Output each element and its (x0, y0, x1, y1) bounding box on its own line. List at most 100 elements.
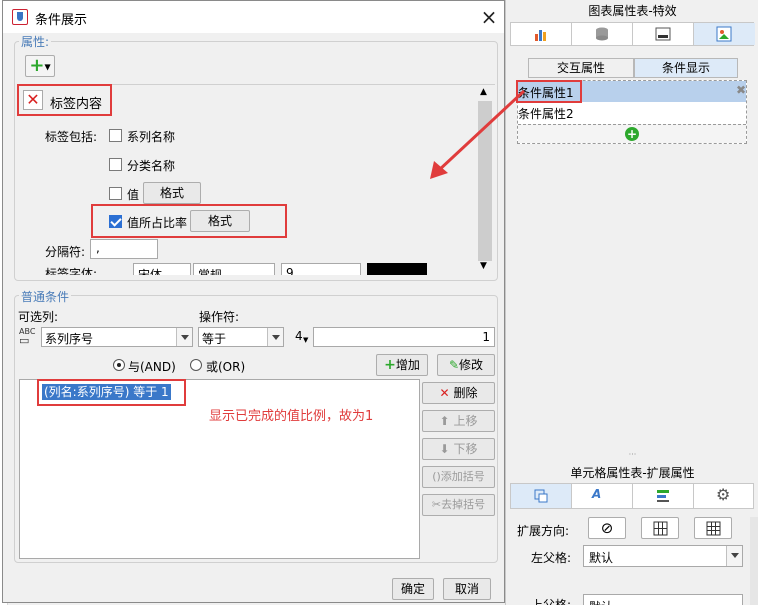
remove-bracket-button[interactable]: ✂去掉括号 (422, 494, 495, 516)
cancel-button[interactable]: 取消 (443, 578, 491, 600)
operator-label: 操作符: (199, 310, 240, 324)
spinner-arrow-icon: ▼ (303, 336, 309, 344)
left-parent-select[interactable]: 默认 (583, 545, 743, 567)
panel-scrollbar[interactable] (750, 517, 758, 605)
common-conditions-legend: 普通条件 (19, 288, 72, 305)
remove-attribute-button[interactable]: ✕ (23, 90, 43, 110)
value-checkbox[interactable] (109, 187, 122, 200)
value-label: 值 (127, 188, 140, 202)
font-size-value: 9 (286, 266, 294, 275)
font-icon: A (592, 487, 602, 501)
condition-value: 1 (482, 330, 490, 344)
java-app-icon (12, 9, 28, 25)
right-property-panel: 图表属性表-特效 交互属性 条件显示 ✖ 条件属性1 条件属性2 + ··· 单… (505, 0, 758, 605)
condition-value-input[interactable]: 1 (313, 327, 495, 347)
horizontal-grid-icon (706, 521, 721, 536)
condition-item[interactable]: (列名:系列序号) 等于 1 (42, 384, 171, 400)
panel-splitter[interactable]: ··· (506, 451, 758, 460)
font-style-select[interactable]: 常规 (193, 263, 275, 275)
add-condition-button[interactable]: +增加 (376, 354, 428, 376)
column-dropdown-arrow[interactable] (176, 328, 192, 346)
left-parent-label: 左父格: (531, 551, 572, 565)
add-condition-property-button[interactable]: + (518, 124, 746, 143)
effects-tab[interactable] (694, 23, 755, 45)
expand-tab[interactable] (511, 484, 572, 508)
column-select[interactable]: 系列序号 (41, 327, 193, 347)
condition-format-icon (657, 490, 669, 502)
series-name-label: 系列名称 (127, 130, 176, 144)
separator-input[interactable]: , (90, 239, 158, 259)
font-color-swatch[interactable] (367, 263, 427, 275)
label-content-title: 标签内容 (50, 97, 103, 112)
up-parent-select[interactable]: 默认 (583, 594, 743, 605)
gear-icon: ⚙ (716, 485, 731, 504)
dialog-title: 条件展示 (35, 13, 88, 28)
font-row-clip: 标签字体: 宋体 常规 9 (17, 261, 477, 275)
attributes-legend: 属性: (19, 33, 52, 50)
dialog-titlebar: 条件展示 × (3, 1, 504, 33)
expand-horizontal-button[interactable] (694, 517, 732, 539)
tab-condition-display[interactable]: 条件显示 (634, 58, 738, 78)
chart-properties-title: 图表属性表-特效 (506, 0, 758, 22)
delete-x-icon: ✕ (439, 386, 450, 400)
category-name-checkbox[interactable] (109, 158, 122, 171)
move-up-button[interactable]: ⬆ 上移 (422, 410, 495, 432)
ok-button[interactable]: 确定 (392, 578, 434, 600)
annotation-arrow (430, 89, 526, 179)
add-condition-label: 增加 (395, 358, 420, 372)
value-format-button[interactable]: 格式 (143, 182, 201, 204)
remove-bracket-label: 去掉括号 (441, 498, 486, 511)
tab-interaction[interactable]: 交互属性 (528, 58, 634, 78)
percentage-label: 值所占比率 (127, 216, 188, 230)
font-label: 标签字体: (45, 267, 98, 275)
delete-condition-button[interactable]: ✕ 删除 (422, 382, 495, 404)
font-size-select[interactable]: 9 (281, 263, 361, 275)
operator-value: 等于 (202, 332, 227, 346)
font-name-select[interactable]: 宋体 (133, 263, 191, 275)
label-includes-label: 标签包括: (45, 130, 98, 144)
settings-tab[interactable]: ⚙ (694, 484, 755, 508)
add-bracket-button[interactable]: ()添加括号 (422, 466, 495, 488)
data-tab[interactable] (572, 23, 633, 45)
arrow-down-icon: ⬇ (439, 442, 450, 456)
none-icon: ⊘ (600, 519, 614, 537)
or-radio[interactable] (190, 359, 202, 371)
separator-label: 分隔符: (45, 245, 86, 259)
percentage-format-button[interactable]: 格式 (190, 210, 250, 232)
modify-condition-button[interactable]: ✎修改 (437, 354, 495, 376)
and-radio[interactable] (113, 359, 125, 371)
series-name-checkbox[interactable] (109, 129, 122, 142)
plus-icon: + (384, 357, 396, 373)
annotation-text: 显示已完成的值比例，故为1 (209, 409, 374, 424)
text-style-icon (655, 27, 671, 41)
move-down-label: 下移 (453, 442, 478, 456)
expand-none-button[interactable]: ⊘ (588, 517, 626, 539)
effects-icon (716, 26, 732, 42)
operator-select[interactable]: 等于 (198, 327, 284, 347)
style-tab[interactable] (633, 23, 694, 45)
up-parent-label: 上父格: (531, 598, 572, 605)
expand-vertical-button[interactable] (641, 517, 679, 539)
expand-direction-label: 扩展方向: (517, 524, 570, 538)
category-name-label: 分类名称 (127, 159, 176, 173)
database-icon (596, 27, 608, 41)
operator-dropdown-arrow[interactable] (267, 328, 283, 346)
chart-type-tab[interactable] (511, 23, 572, 45)
left-parent-dropdown-arrow[interactable] (726, 546, 742, 566)
close-icon[interactable]: × (477, 5, 501, 29)
column-value: 系列序号 (45, 332, 94, 346)
column-label: 可选列: (18, 310, 59, 324)
abc-column-icon: ABC ▭ (19, 327, 36, 347)
percentage-checkbox[interactable] (109, 215, 122, 228)
delete-label: 删除 (453, 386, 478, 400)
scroll-down-icon[interactable]: ▼ (480, 261, 487, 271)
font-style-value: 常规 (198, 268, 223, 275)
expand-icon (534, 489, 548, 503)
condition-tab[interactable] (633, 484, 694, 508)
remove-condition-icon[interactable]: ✖ (736, 83, 746, 97)
move-down-button[interactable]: ⬇ 下移 (422, 438, 495, 460)
add-attribute-button[interactable]: +▼ (25, 55, 55, 77)
font-tab[interactable]: A (572, 484, 633, 508)
cell-icon-tabs: A ⚙ (510, 483, 754, 509)
value-type-spinner[interactable]: 4 ▼ (293, 327, 313, 347)
